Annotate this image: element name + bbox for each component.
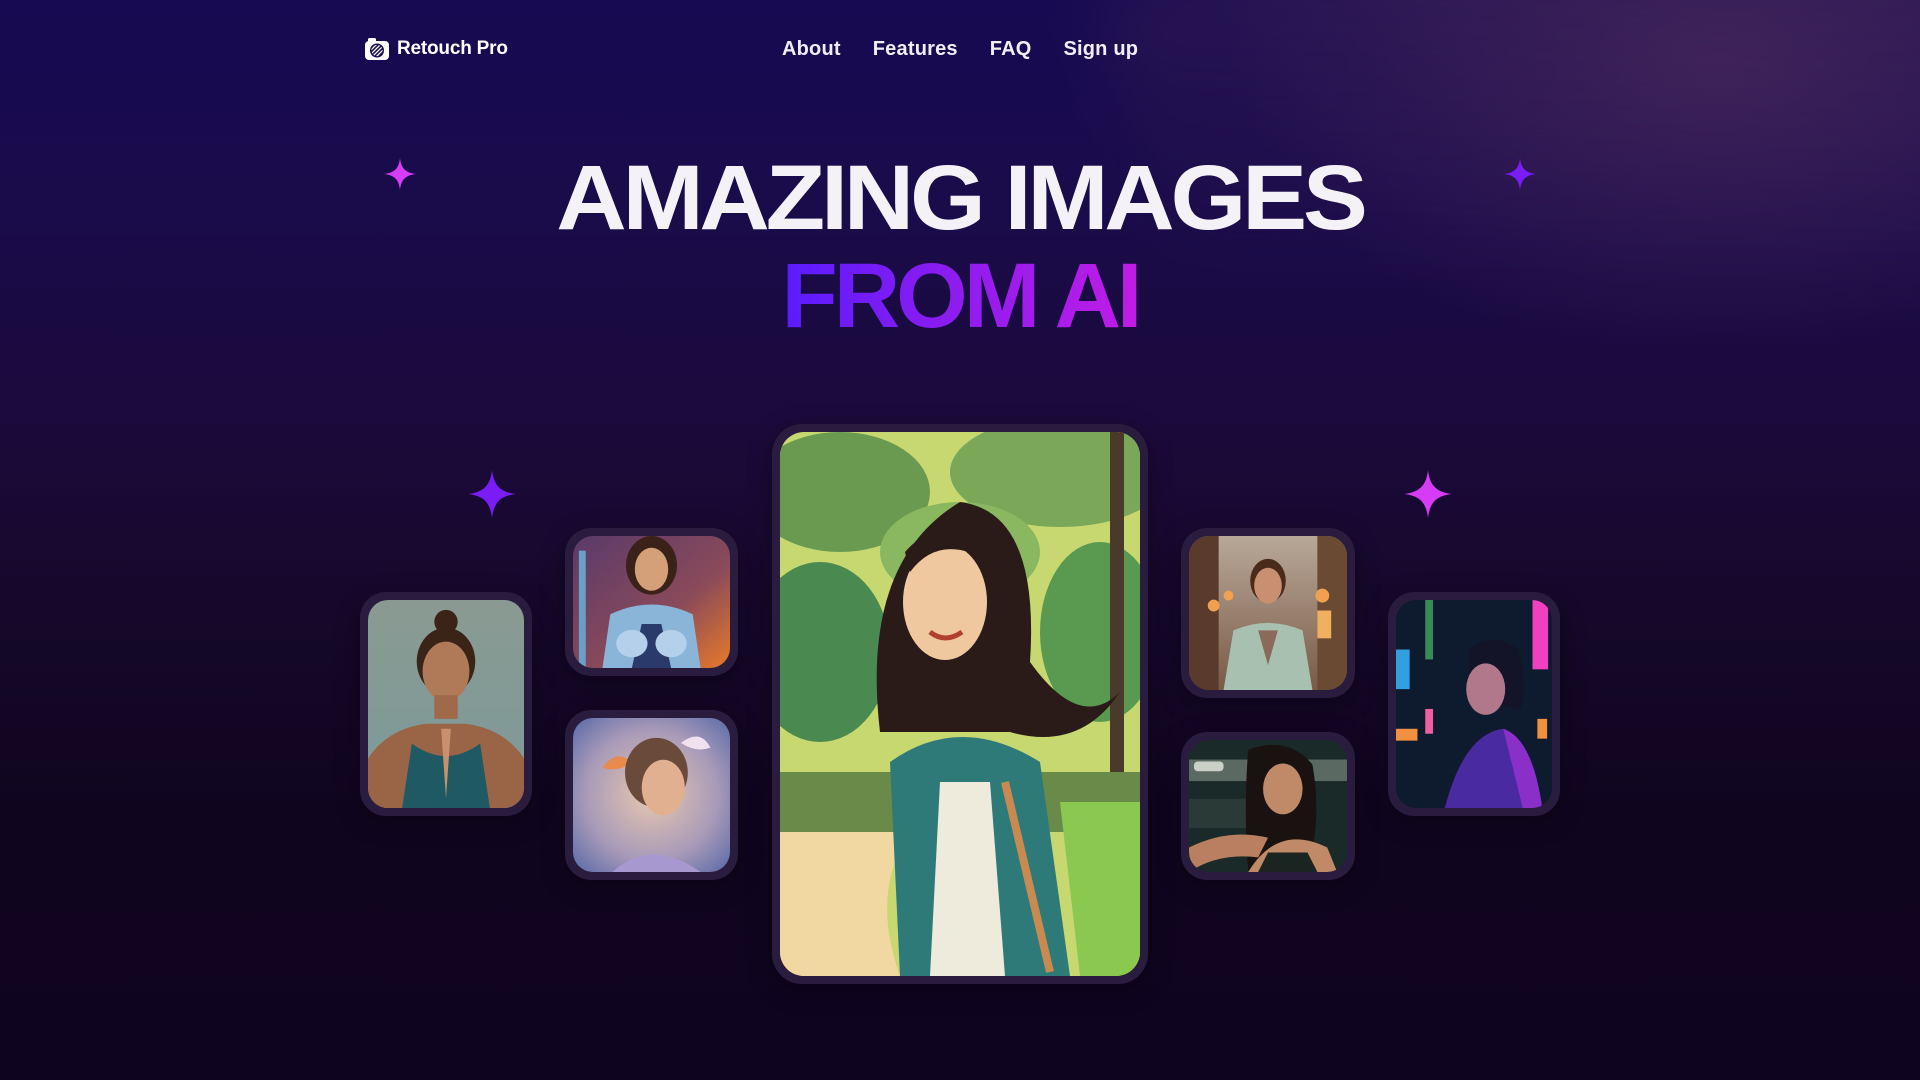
- brand-name: Retouch Pro: [397, 38, 508, 59]
- gallery-card[interactable]: [1388, 592, 1560, 816]
- image-neon-city: [1396, 600, 1552, 808]
- hero-subtitle: FROM AI: [0, 250, 1920, 342]
- nav-about[interactable]: About: [782, 38, 841, 61]
- main-nav: About Features FAQ Sign up: [782, 38, 1138, 61]
- image-yoga-portrait: [368, 600, 524, 808]
- hero-title: AMAZING IMAGES: [556, 147, 1368, 249]
- nav-sign-up[interactable]: Sign up: [1063, 38, 1138, 61]
- sparkle-icon: [384, 158, 416, 190]
- image-fantasy-portrait: [573, 718, 730, 872]
- gallery-card[interactable]: [565, 710, 738, 880]
- camera-icon: [364, 36, 390, 62]
- image-car-portrait: [1189, 740, 1347, 872]
- nav-features[interactable]: Features: [873, 38, 958, 61]
- gallery-card-featured[interactable]: [772, 424, 1148, 984]
- sparkle-icon: [1404, 470, 1452, 518]
- brand-logo[interactable]: Retouch Pro: [364, 36, 508, 62]
- image-armored-warrior: [573, 536, 730, 668]
- gallery-card[interactable]: [1181, 732, 1355, 880]
- nav-faq[interactable]: FAQ: [990, 38, 1032, 61]
- sparkle-icon: [468, 470, 516, 518]
- gallery-card[interactable]: [565, 528, 738, 676]
- gallery-card[interactable]: [1181, 528, 1355, 698]
- image-park-illustration: [780, 432, 1140, 976]
- hero-subtitle-text: FROM AI: [781, 245, 1143, 347]
- image-lantern-street: [1189, 536, 1347, 690]
- sparkle-icon: [1504, 158, 1536, 190]
- gallery-card[interactable]: [360, 592, 532, 816]
